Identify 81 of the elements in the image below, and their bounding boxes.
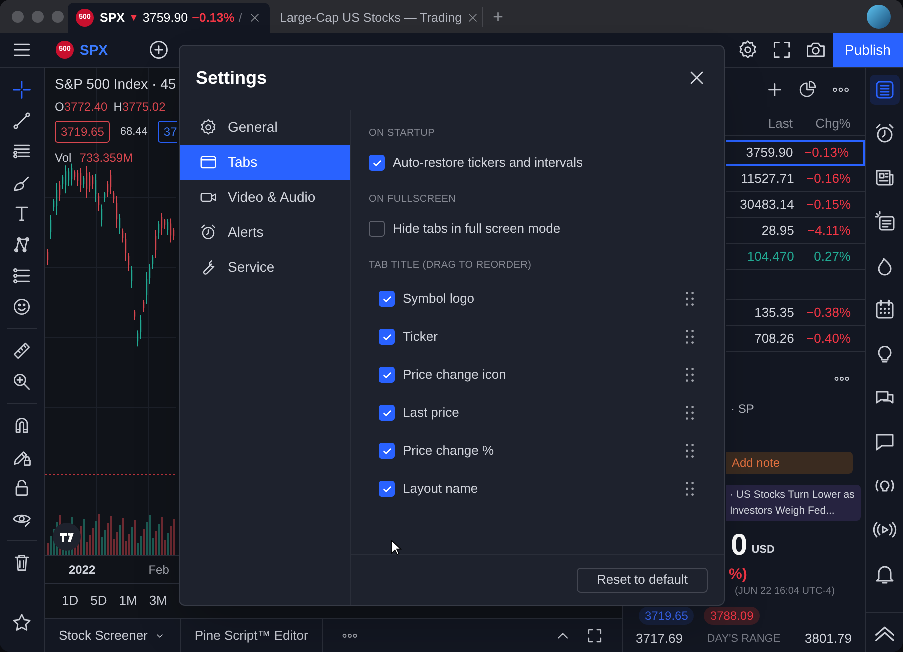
crosshair-icon[interactable]: [11, 78, 33, 100]
drag-handle-icon[interactable]: [686, 406, 694, 420]
close-icon[interactable]: [248, 11, 262, 25]
fullscreen-icon[interactable]: [771, 39, 793, 61]
fullscreen-icon[interactable]: [586, 626, 604, 644]
drag-handle-icon[interactable]: [686, 292, 694, 306]
option-label: Last price: [403, 404, 460, 422]
column-header[interactable]: Chg%: [793, 114, 851, 134]
ask-price: 3788.09: [704, 607, 760, 625]
ohlc-value: H3775.02: [114, 99, 166, 116]
option-label: Hide tabs in full screen mode: [393, 220, 561, 238]
timeframe-button[interactable]: 1D: [62, 591, 79, 611]
option-label: Price change %: [403, 442, 494, 460]
drag-handle-icon[interactable]: [686, 444, 694, 458]
time-axis-label: Feb: [148, 562, 170, 578]
currency-label: USD: [752, 542, 775, 558]
gear-icon: [199, 118, 218, 137]
range-label: DAY'S RANGE: [707, 632, 781, 647]
price-change: %): [729, 564, 748, 585]
alarm-clock-icon: [199, 223, 218, 242]
star-icon[interactable]: [11, 612, 33, 634]
spread-value: 68.44: [119, 124, 149, 140]
volume-value: 733.359M: [80, 150, 134, 167]
reset-button[interactable]: Reset to default: [577, 568, 708, 592]
drag-handle-icon[interactable]: [686, 330, 694, 344]
settings-nav-item[interactable]: Tabs: [180, 145, 350, 180]
bid-price: 3719.65: [639, 607, 694, 625]
section-heading: ON FULLSCREEN: [369, 192, 458, 206]
chart-title: S&P 500 Index · 45: [55, 75, 178, 94]
trend-line-icon[interactable]: [11, 110, 33, 132]
logo-icon[interactable]: [53, 523, 81, 551]
checkbox[interactable]: [379, 367, 395, 383]
column-header[interactable]: Last: [723, 114, 793, 134]
option-label: Symbol logo: [403, 290, 475, 308]
drag-handle-icon[interactable]: [686, 482, 694, 496]
checkbox[interactable]: [379, 329, 395, 345]
add-note-button[interactable]: Add note: [726, 452, 853, 474]
timeframe-button[interactable]: 3M: [149, 591, 168, 611]
ohlc-value: O3772.40: [55, 99, 108, 116]
news-headline[interactable]: · US Stocks Turn Lower as Investors Weigh Fed...: [726, 485, 861, 521]
option-label: Layout name: [403, 480, 478, 498]
range-low: 3717.69: [636, 630, 683, 648]
option-label: Ticker: [403, 328, 438, 346]
avatar-icon: [867, 4, 891, 28]
add-symbol-icon[interactable]: [148, 39, 170, 61]
drag-handle-icon[interactable]: [686, 368, 694, 382]
new-tab-button[interactable]: +: [482, 6, 514, 26]
section-heading: ON STARTUP: [369, 126, 436, 140]
timeframe-button[interactable]: 5D: [90, 591, 108, 611]
settings-nav-item[interactable]: General: [180, 110, 350, 145]
checkbox[interactable]: [369, 155, 385, 171]
mouse-cursor-icon: [391, 540, 402, 556]
checkbox[interactable]: [379, 481, 395, 497]
watchlist-row[interactable]: 3759.90 −0.13%: [726, 140, 865, 166]
section-heading: TAB TITLE (DRAG TO REORDER): [369, 258, 533, 272]
option-label: Auto-restore tickers and intervals: [393, 154, 584, 172]
timeframe-button[interactable]: 1M: [119, 591, 138, 611]
sell-price-badge[interactable]: 3719.65: [55, 121, 110, 143]
exchange-label: · SP: [731, 401, 754, 418]
checkbox[interactable]: [369, 221, 385, 237]
panel-tab[interactable]: Stock Screener: [45, 619, 181, 652]
settings-nav-item[interactable]: Service: [180, 250, 350, 285]
list-icon[interactable]: [870, 75, 900, 105]
publish-button[interactable]: Publish: [833, 33, 903, 67]
range-high: 3801.79: [804, 630, 852, 648]
buy-price-badge[interactable]: 37: [158, 121, 178, 143]
settings-nav-item[interactable]: Alerts: [180, 215, 350, 250]
timestamp: (JUN 22 16:04 UTC-4): [735, 584, 836, 598]
dialog-title: Settings: [196, 66, 268, 90]
checkbox[interactable]: [379, 405, 395, 421]
volume-label: Vol: [55, 150, 72, 167]
checkbox[interactable]: [379, 443, 395, 459]
settings-nav-item[interactable]: Video & Audio: [180, 180, 350, 215]
option-label: Price change icon: [403, 366, 506, 384]
checkbox[interactable]: [379, 291, 395, 307]
time-axis-label: 2022: [69, 562, 96, 578]
price-value: 0: [731, 530, 748, 562]
pie-chart-icon[interactable]: [798, 80, 818, 100]
panel-tab[interactable]: Pine Script™ Editor: [180, 619, 324, 652]
browser-tab[interactable]: Large-Cap US Stocks — Trading: [270, 3, 482, 33]
settings-icon[interactable]: [737, 39, 759, 61]
